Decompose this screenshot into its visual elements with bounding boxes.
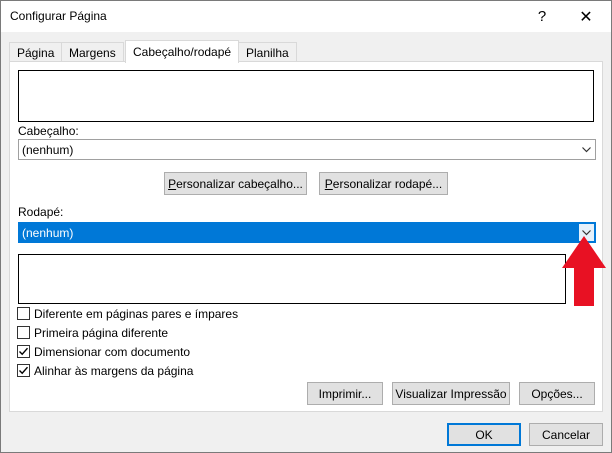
- header-dropdown-button[interactable]: [577, 140, 595, 159]
- tab-sheet[interactable]: Planilha: [238, 42, 297, 62]
- tab-page[interactable]: Página: [9, 42, 63, 62]
- footer-label: Rodapé:: [18, 205, 64, 219]
- customize-header-label: ersonalizar cabeçalho...: [176, 176, 303, 191]
- checkmark-icon: [19, 366, 29, 375]
- customize-footer-button[interactable]: Personalizar rodapé...: [319, 172, 448, 195]
- help-button[interactable]: ?: [520, 1, 564, 32]
- checkbox-align-margins[interactable]: [17, 364, 30, 377]
- customize-footer-label: ersonalizar rodapé...: [332, 176, 443, 191]
- chevron-down-icon: [582, 229, 591, 235]
- help-icon: ?: [537, 8, 547, 25]
- checkbox-different-first-page[interactable]: [17, 326, 30, 339]
- ok-button[interactable]: OK: [447, 423, 521, 446]
- window-title: Configurar Página: [10, 9, 107, 23]
- customize-footer-mnemonic: P: [324, 176, 333, 191]
- header-select[interactable]: (nenhum): [18, 139, 596, 160]
- cancel-button[interactable]: Cancelar: [529, 423, 603, 446]
- checkbox-align-margins-label[interactable]: Alinhar às margens da página: [34, 364, 193, 378]
- checkbox-scale-with-document[interactable]: [17, 345, 30, 358]
- header-footer-panel: Cabeçalho: (nenhum) Personalizar cabeçal…: [9, 61, 603, 412]
- checkbox-scale-with-document-label[interactable]: Dimensionar com documento: [34, 345, 190, 359]
- customize-header-mnemonic: P: [168, 176, 177, 191]
- header-select-value: (nenhum): [22, 143, 74, 157]
- red-arrow-annotation: [562, 236, 606, 306]
- footer-select-value: (nenhum): [22, 226, 74, 240]
- header-preview: [18, 70, 594, 122]
- page-setup-dialog: Configurar Página ? ✕ Página Margens Cab…: [0, 0, 612, 453]
- title-bar: Configurar Página ? ✕: [1, 1, 611, 32]
- footer-preview: [18, 254, 566, 304]
- print-button[interactable]: Imprimir...: [307, 382, 383, 405]
- checkmark-icon: [19, 347, 29, 356]
- close-button[interactable]: ✕: [564, 1, 608, 32]
- tab-header-footer[interactable]: Cabeçalho/rodapé: [125, 40, 240, 63]
- tab-margins[interactable]: Margens: [61, 42, 124, 62]
- footer-select[interactable]: (nenhum): [18, 222, 596, 243]
- checkbox-different-first-page-label[interactable]: Primeira página diferente: [34, 326, 168, 340]
- checkbox-different-odd-even-label[interactable]: Diferente em páginas pares e ímpares: [34, 307, 238, 321]
- print-preview-button[interactable]: Visualizar Impressão: [392, 382, 510, 405]
- header-label: Cabeçalho:: [18, 124, 79, 138]
- customize-header-button[interactable]: Personalizar cabeçalho...: [164, 172, 307, 195]
- chevron-down-icon: [582, 146, 591, 152]
- close-icon: ✕: [579, 8, 593, 26]
- options-button[interactable]: Opções...: [519, 382, 595, 405]
- checkbox-different-odd-even[interactable]: [17, 307, 30, 320]
